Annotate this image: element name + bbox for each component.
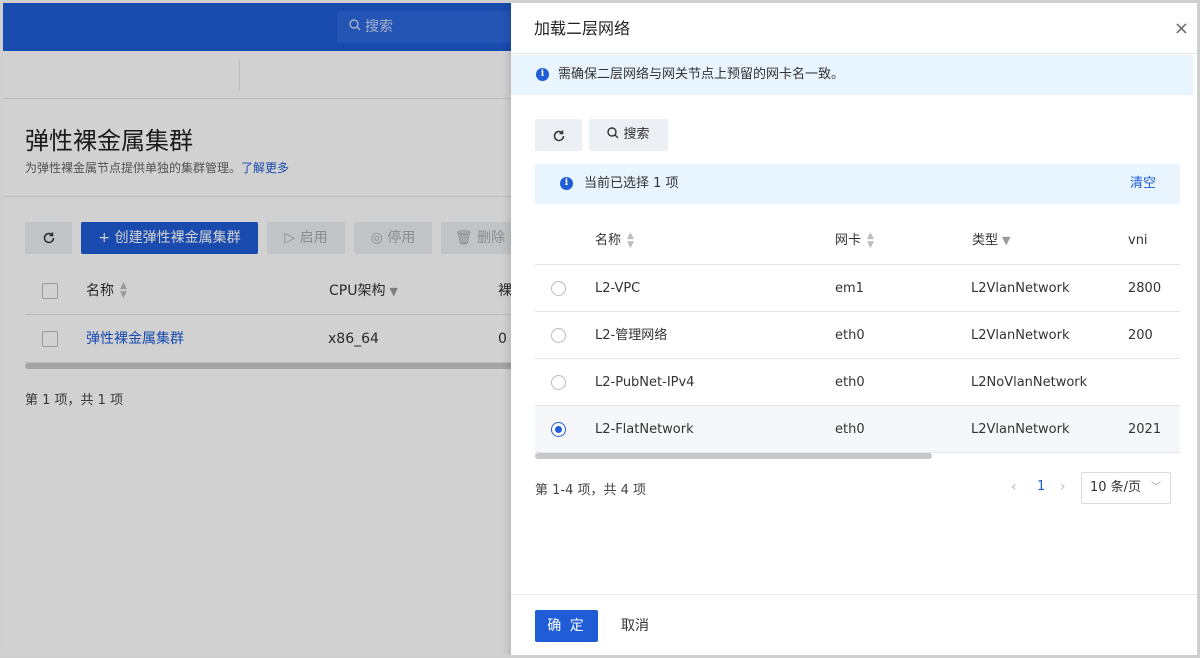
table-row[interactable]: L2-PubNet-IPv4 eth0 L2NoVlanNetwork [535,359,1180,406]
selection-bar: i 当前已选择 1 项 清空 [535,164,1180,204]
table-row[interactable]: L2-管理网络 eth0 L2VlanNetwork 200 [535,312,1180,359]
network-name: L2-PubNet-IPv4 [595,375,695,390]
page-size-value: 10 条/页 [1090,480,1142,495]
chevron-down-icon: ﹀ [1151,482,1161,493]
row-radio[interactable] [551,328,566,343]
refresh-button[interactable] [535,119,582,151]
row-radio[interactable] [551,375,566,390]
column-header-type[interactable]: 类型 ▼ [972,217,1010,265]
info-alert: i 需确保二层网络与网关节点上预留的网卡名一致。 [511,55,1193,95]
row-radio[interactable] [551,281,566,296]
clear-selection-link[interactable]: 清空 [1130,164,1156,204]
sort-icon: ▲ ▼ [627,230,634,250]
network-nic: eth0 [835,422,865,437]
info-icon: i [536,68,549,81]
info-icon: i [560,177,573,190]
column-header-nic-label: 网卡 [835,233,862,248]
network-name: L2-FlatNetwork [595,422,694,437]
l2-network-table: 名称 ▲ ▼ 网卡 ▲ ▼ 类型 ▼ vni L2-VPC em1 L2VlanNetwo… [535,217,1180,453]
row-radio[interactable] [551,422,566,437]
network-name: L2-VPC [595,281,641,296]
column-header-vni: vni [1128,233,1148,248]
drawer-footer: 确 定 取消 [511,594,1197,655]
column-header-name-label: 名称 [595,233,622,248]
screen: 搜索 弹性裸金属集群 为弹性裸金属节点提供单独的集群管理。了解更多 + 创建弹性… [0,0,1200,658]
column-header-name[interactable]: 名称 ▲ ▼ [595,217,634,265]
network-nic: em1 [835,281,864,296]
network-nic: eth0 [835,375,865,390]
next-page-icon[interactable]: › [1060,479,1066,495]
network-type: L2VlanNetwork [971,328,1070,343]
network-nic: eth0 [835,328,865,343]
network-type: L2NoVlanNetwork [971,375,1088,390]
network-vni: 200 [1128,328,1153,343]
column-header-nic[interactable]: 网卡 ▲ ▼ [835,217,874,265]
search-icon [607,127,619,139]
pagination-info: 第 1-4 项，共 4 项 [535,483,647,498]
filter-icon: ▼ [1002,234,1011,247]
table-row[interactable]: L2-FlatNetwork eth0 L2VlanNetwork 2021 [535,406,1180,453]
network-type: L2VlanNetwork [971,281,1070,296]
close-icon[interactable]: × [1174,3,1189,54]
search-button-label: 搜索 [623,127,650,142]
sort-icon: ▲ ▼ [867,230,874,250]
load-l2-network-drawer: 加载二层网络 × i 需确保二层网络与网关节点上预留的网卡名一致。 搜索 i 当… [511,3,1197,655]
cancel-button[interactable]: 取消 [621,610,649,642]
info-alert-text: 需确保二层网络与网关节点上预留的网卡名一致。 [558,67,845,82]
table-row[interactable]: L2-VPC em1 L2VlanNetwork 2800 [535,265,1180,312]
page-size-select[interactable]: 10 条/页 ﹀ [1081,472,1171,504]
refresh-icon [553,130,564,141]
prev-page-icon[interactable]: ‹ [1011,479,1017,495]
network-vni: 2021 [1128,422,1162,437]
column-header-type-label: 类型 [972,233,999,248]
drawer-title: 加载二层网络 [534,19,631,38]
search-button[interactable]: 搜索 [589,119,668,151]
confirm-button[interactable]: 确 定 [535,610,598,642]
network-vni: 2800 [1128,281,1162,296]
drawer-header: 加载二层网络 × [511,3,1197,54]
network-type: L2VlanNetwork [971,422,1070,437]
horizontal-scrollbar[interactable] [535,453,932,459]
network-name: L2-管理网络 [595,328,668,343]
selection-count: 当前已选择 1 项 [584,176,679,191]
page-number[interactable]: 1 [1037,479,1045,494]
table-header: 名称 ▲ ▼ 网卡 ▲ ▼ 类型 ▼ vni [535,217,1180,265]
